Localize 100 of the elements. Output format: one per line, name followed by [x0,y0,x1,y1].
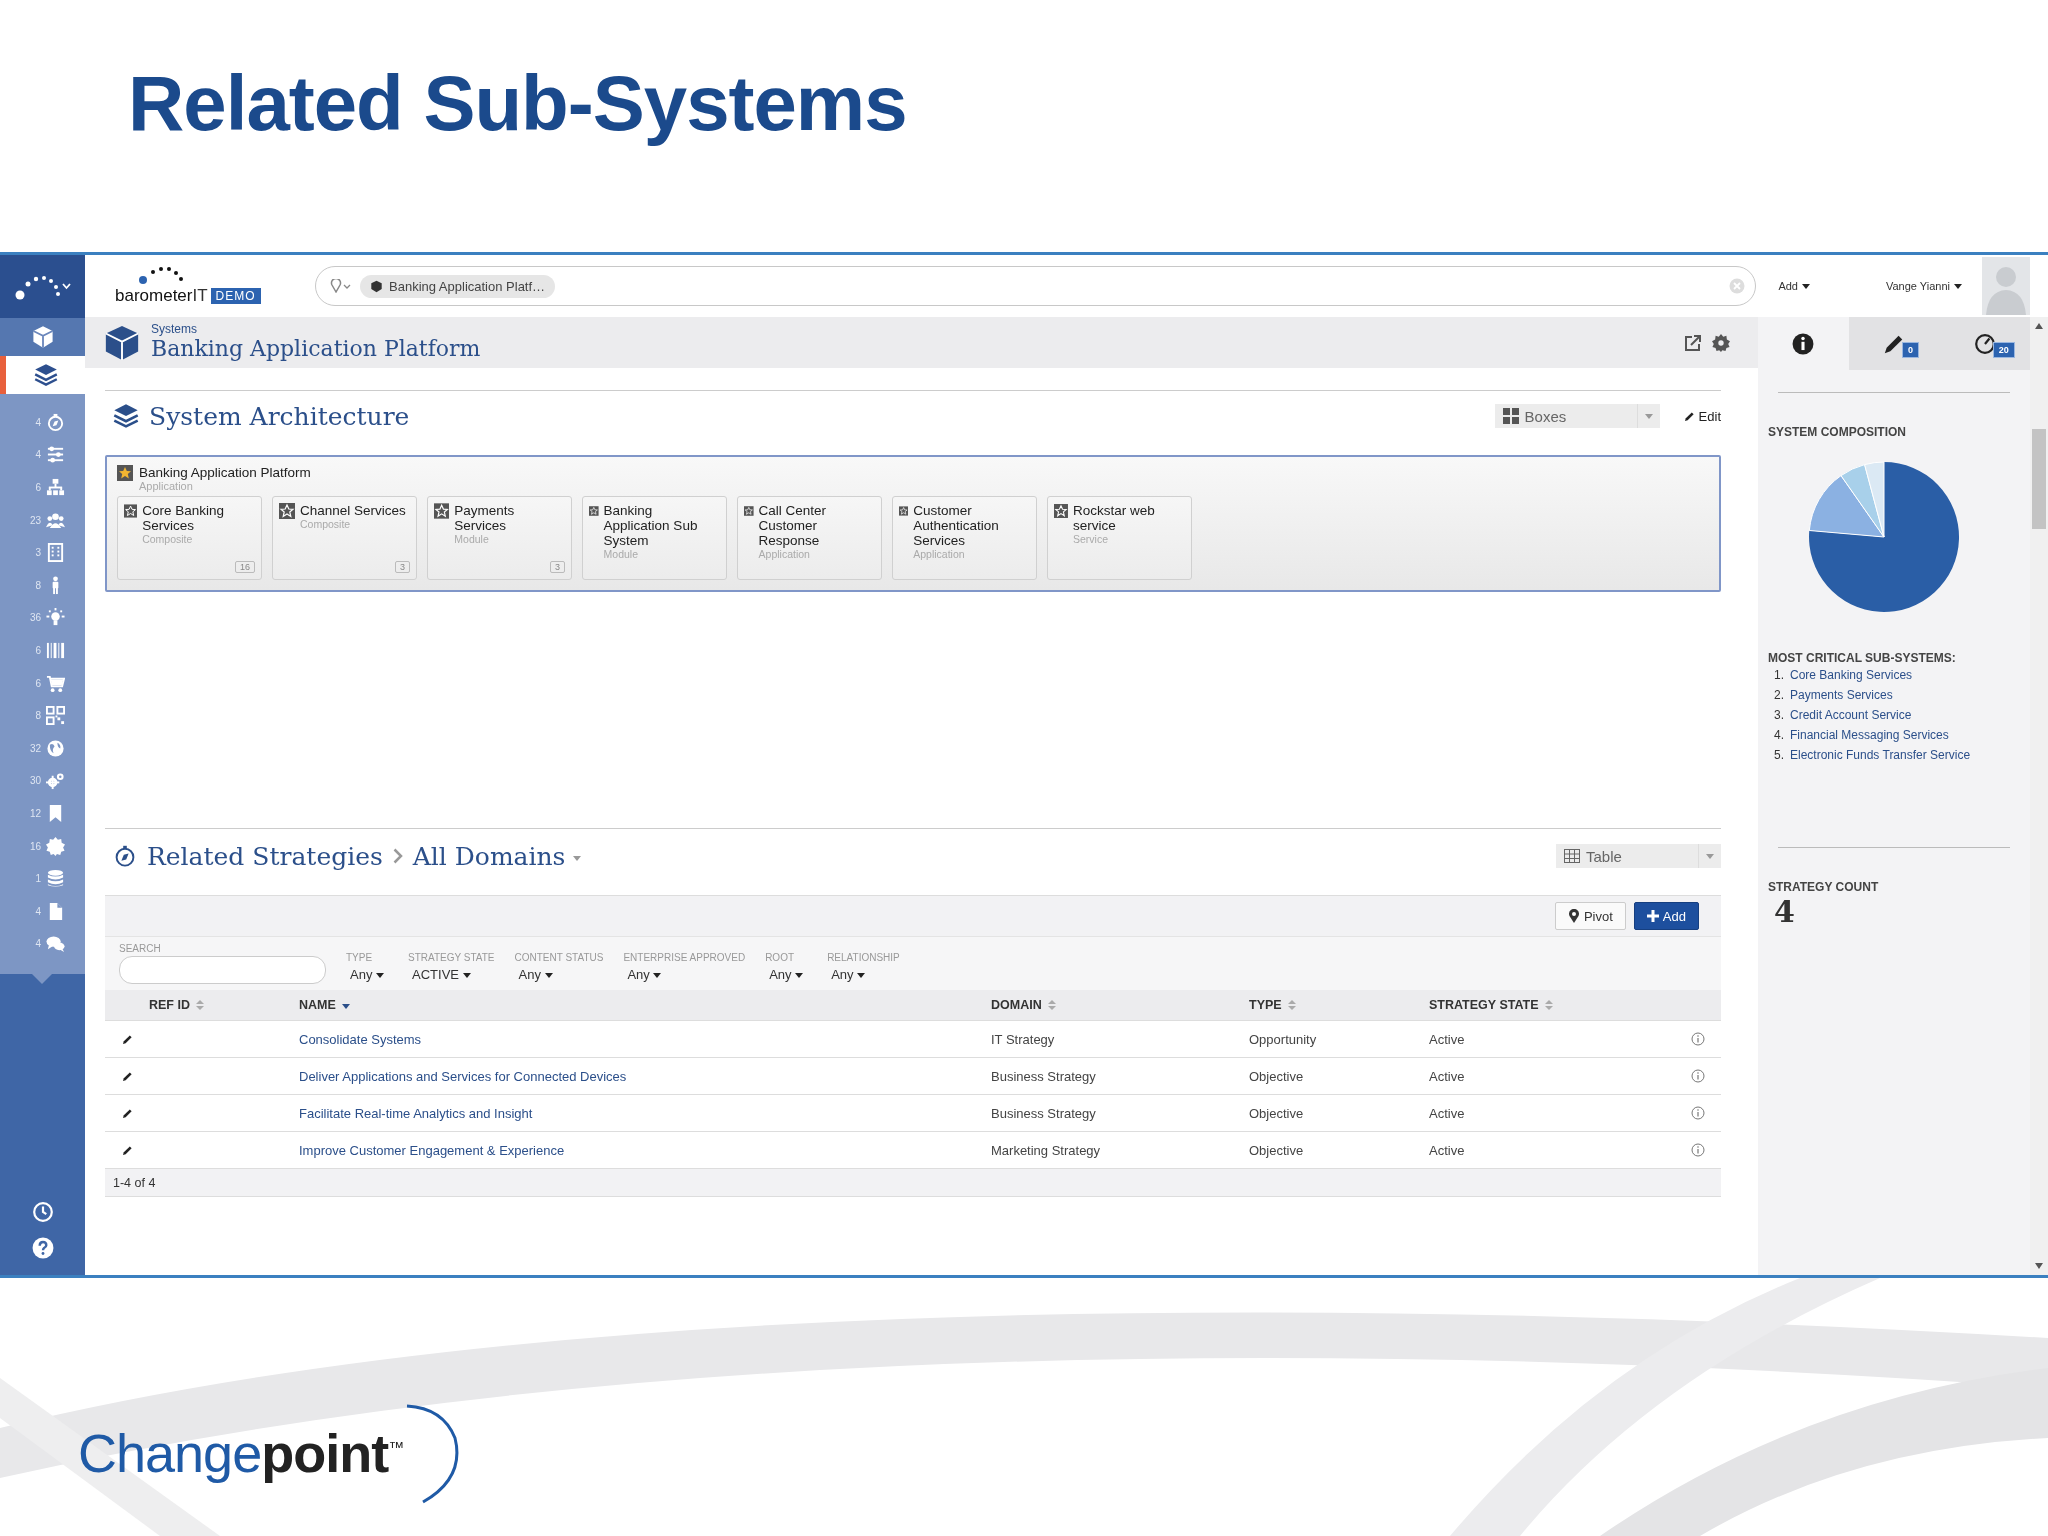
globe-icon[interactable] [46,738,65,758]
building-icon[interactable] [46,543,65,563]
rank-number: 3. [1773,707,1784,724]
company-logo: Changepoint$^{™}$ [78,1422,404,1484]
star-icon [1054,503,1068,519]
cube-icon [30,325,55,349]
item-count: 4 [35,449,41,461]
breadcrumb-link[interactable]: Systems [151,323,481,336]
location-pin-icon[interactable] [330,279,352,293]
pencil-icon[interactable] [121,1033,133,1045]
table-cell: IT Strategy [991,1031,1055,1047]
hierarchy-icon[interactable] [46,478,65,497]
sidebar-nav-item[interactable] [0,356,85,394]
database-icon[interactable] [46,869,65,889]
subsystem-link[interactable]: Financial Messaging Services [1790,725,1949,745]
pagination-text: 1-4 of 4 [113,1175,156,1190]
strategy-link[interactable]: Consolidate Systems [299,1031,422,1047]
add-menu[interactable]: Add [1778,280,1810,292]
view-select[interactable]: Table [1556,844,1721,868]
strategy-link[interactable]: Improve Customer Engagement & Experience [299,1142,565,1158]
subsystem-box[interactable]: Payments Services Module 3 [427,496,572,580]
pencil-icon[interactable] [121,1144,133,1156]
edit-link[interactable]: Edit [1683,408,1721,424]
sliders-icon[interactable] [46,445,65,465]
settings-icon[interactable] [1712,333,1730,352]
filter-dropdown[interactable]: Any [514,963,604,984]
scrollbar-thumb[interactable] [2032,429,2046,529]
info-icon[interactable] [1691,1106,1705,1120]
search-field[interactable] [119,956,326,984]
pivot-button[interactable]: Pivot [1554,902,1626,930]
grid-icon[interactable] [46,706,65,726]
subsystem-type: Application [758,548,811,560]
view-select[interactable]: Boxes [1494,404,1660,428]
clock-icon[interactable] [31,1201,54,1223]
column-header[interactable]: REF ID [149,990,299,1020]
domain-dropdown[interactable]: All Domains [412,841,582,871]
subsystem-box[interactable]: Rockstar web service Service [1047,496,1192,580]
search-chip[interactable]: Banking Application Platf… [360,274,556,298]
barcode-icon[interactable] [46,640,65,660]
sidebar-nav-item[interactable] [0,318,85,356]
subsystem-link[interactable]: Electronic Funds Transfer Service [1790,745,1971,765]
star-icon [434,503,450,519]
people-icon[interactable] [46,510,65,530]
info-icon[interactable] [1691,1069,1705,1083]
system-name: Banking Application Platform [139,465,311,480]
filter-dropdown[interactable]: Any [827,963,900,984]
rank-number: 2. [1773,687,1784,704]
filter-dropdown[interactable]: ACTIVE [408,963,495,984]
cube-icon [370,279,383,293]
subsystem-link[interactable]: Payments Services [1790,685,1893,705]
sort-icon[interactable] [195,999,205,1011]
filter-dropdown[interactable]: Any [346,963,388,984]
subsystem-box[interactable]: Core Banking Services Composite 16 [117,496,262,580]
subsystem-box[interactable]: Call Center Customer Response Application [737,496,882,580]
table-cell: Objective [1249,1105,1304,1121]
panel-tab[interactable]: 0 [1848,317,1940,370]
subsystem-box[interactable]: Banking Application Sub System Module [582,496,727,580]
scroll-down-icon[interactable] [2035,1263,2043,1269]
scroll-up-icon[interactable] [2035,323,2043,329]
section-heading: SYSTEM COMPOSITION [1768,425,1907,439]
table-cell: Active [1429,1031,1465,1047]
column-header[interactable]: TYPE [1249,990,1429,1020]
column-header[interactable]: STRATEGY STATE [1429,990,1691,1020]
gauge-icon [1973,332,1996,355]
info-icon[interactable] [1691,1143,1705,1157]
filter-dropdown[interactable]: Any [765,963,808,984]
table-cell: Objective [1249,1142,1304,1158]
pencil-icon[interactable] [121,1107,133,1119]
strategy-link[interactable]: Deliver Applications and Services for Connected Devices [299,1068,627,1084]
help-icon[interactable] [31,1237,54,1259]
plus-icon [1646,910,1659,922]
section-heading: MOST CRITICAL SUB-SYSTEMS: [1768,651,1957,665]
subsystem-link[interactable]: Core Banking Services [1790,665,1913,685]
add-button[interactable]: Add [1633,902,1699,930]
sort-icon[interactable] [1543,999,1554,1011]
sort-icon[interactable] [1046,999,1057,1011]
subsystem-box[interactable]: Customer Authentication Services Application [892,496,1037,580]
subsystem-link[interactable]: Credit Account Service [1790,705,1912,725]
item-count: 30 [29,775,41,787]
column-header[interactable]: DOMAIN [991,990,1249,1020]
sort-icon[interactable] [1286,999,1297,1011]
filter-label: RELATIONSHIP [827,952,900,963]
export-icon[interactable] [1684,333,1702,352]
subsystem-box[interactable]: Channel Services Composite 3 [272,496,417,580]
layers-icon [33,363,58,387]
info-icon[interactable] [1691,1032,1705,1046]
lightbulb-icon[interactable] [46,608,65,628]
compass-icon [113,844,137,868]
scrollbar[interactable] [2030,317,2048,1275]
filter-dropdown[interactable]: Any [623,963,746,984]
pencil-icon[interactable] [121,1070,133,1082]
chat-icon[interactable] [46,934,65,954]
cart-icon[interactable] [46,673,65,693]
user-menu[interactable]: Vange Yianni [1885,280,1962,292]
strategy-link[interactable]: Facilitate Real-time Analytics and Insight [299,1105,533,1121]
badge-icon[interactable] [46,836,65,856]
section-heading: STRATEGY COUNT [1768,880,1880,894]
column-header[interactable]: NAME [299,990,991,1020]
panel-tab[interactable]: 20 [1939,317,2030,370]
compass-icon[interactable] [46,412,65,432]
